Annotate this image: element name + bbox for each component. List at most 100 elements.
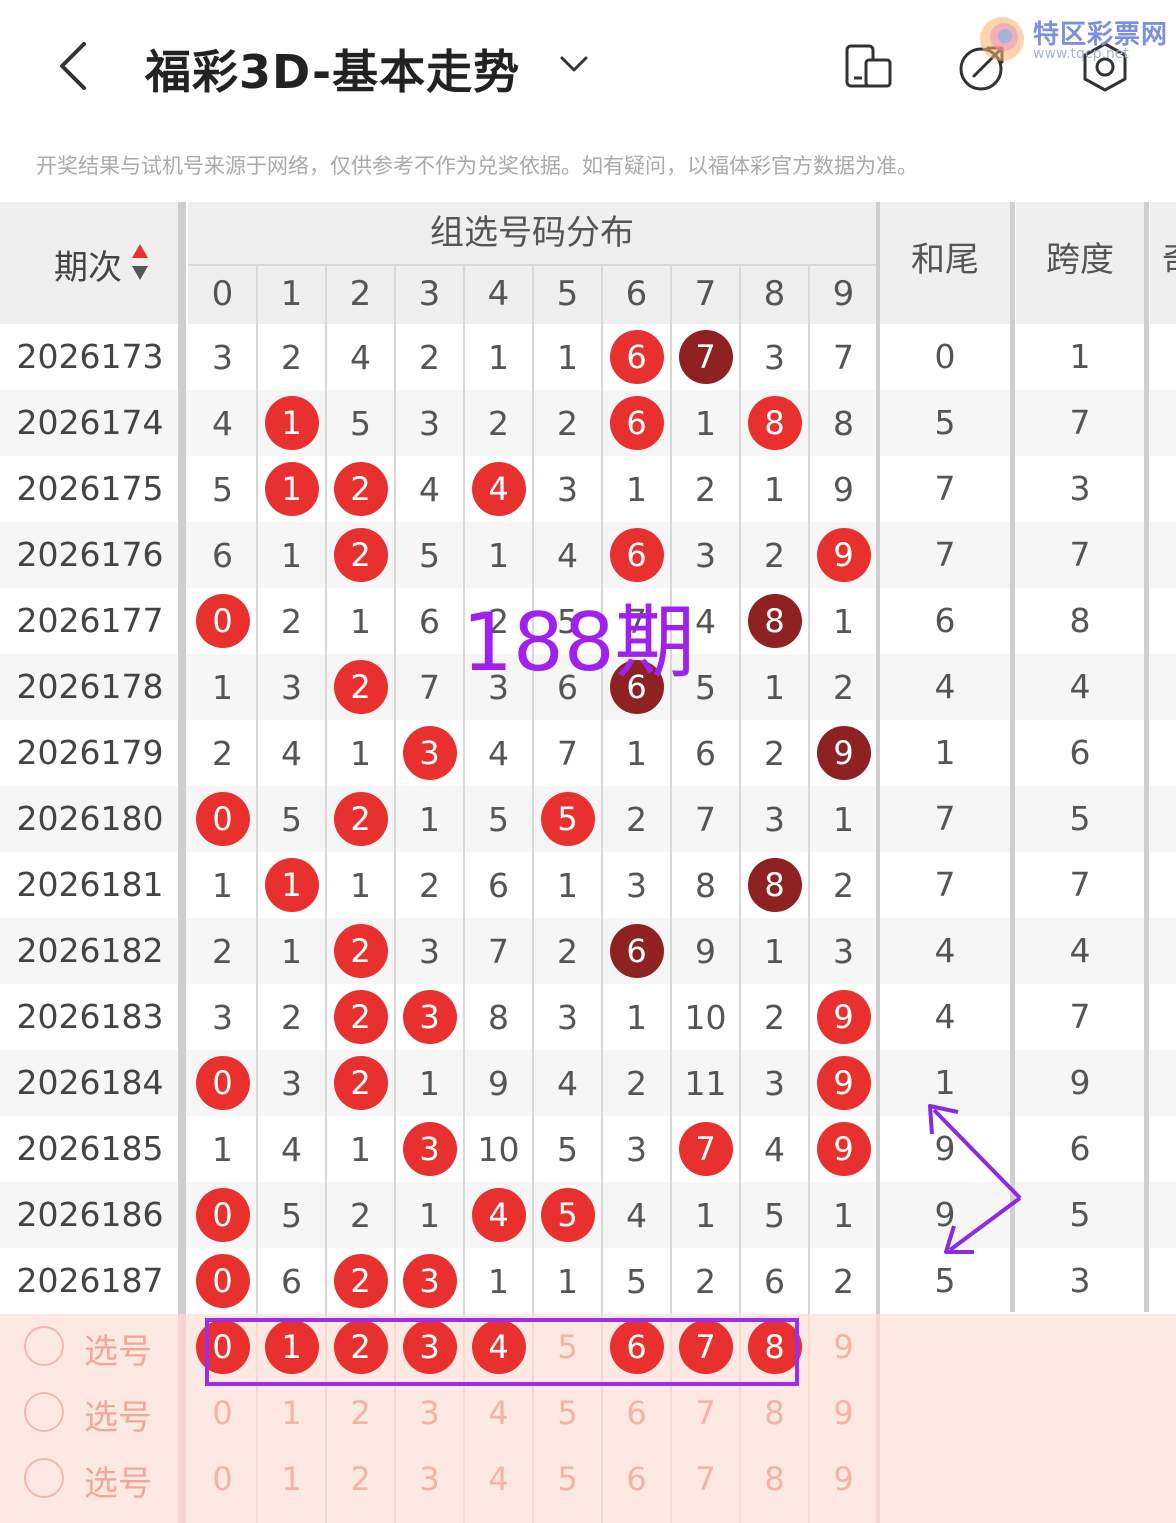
miss-count: 1 [764,667,785,707]
watermark-url: www.tqcp.net [1033,46,1129,62]
hit-ball: 2 [333,924,388,978]
repeat-ball: 6 [609,924,664,978]
next-column-label: 奇 [1162,232,1176,281]
digit-cell: 8 [740,588,809,654]
digit-cell: 1 [257,456,326,522]
miss-count: 2 [764,997,785,1037]
sum-tail-value: 7 [934,535,956,574]
miss-count: 1 [281,535,302,575]
pick-digit-5[interactable]: 5 [533,1380,602,1446]
digit-header-6[interactable]: 6 [602,264,671,324]
picker-row: 选号 0 1 2 3 4 5 6 7 8 9 [0,1380,880,1446]
period-number: 2026184 [16,1063,164,1102]
digit-cell: 4 [464,1182,533,1248]
miss-count: 5 [419,535,440,575]
miss-count: 1 [350,1129,371,1169]
pick-digit-9[interactable]: 9 [809,1446,878,1512]
miss-count: 2 [695,469,716,509]
miss-count: 3 [419,403,440,443]
pick-digit-2[interactable]: 2 [326,1380,395,1446]
arrow-annotation-icon [928,1104,1022,1254]
repeat-ball: 9 [816,726,871,780]
miss-count: 1 [764,931,785,971]
app-header: 福彩3D-基本走势 特区彩票网 www.tqcp.net [0,0,1176,130]
miss-count: 7 [419,667,440,707]
digit-header-1[interactable]: 1 [257,264,326,324]
miss-count: 1 [557,337,578,377]
digit-header-2[interactable]: 2 [326,264,395,324]
hit-ball: 5 [540,792,595,846]
miss-count: 6 [281,1261,302,1301]
hit-ball: 0 [195,594,250,648]
pick-digit-1[interactable]: 1 [257,1380,326,1446]
digit-cell: 0 [188,1050,257,1116]
digit-cell: 2 [326,918,395,984]
digit-cell: 0 [188,786,257,852]
pick-digit-9[interactable]: 9 [809,1314,878,1380]
miss-count: 3 [212,997,233,1037]
sum-tail-value: 7 [934,469,956,508]
miss-count: 8 [833,403,854,443]
pick-digit-8[interactable]: 8 [740,1380,809,1446]
sum-tail-value: 1 [934,733,956,772]
pick-digit-0[interactable]: 0 [188,1446,257,1512]
title-dropdown[interactable] [556,46,592,82]
back-button[interactable] [50,36,100,96]
digit-header-9[interactable]: 9 [809,264,878,324]
select-radio[interactable] [24,1458,64,1498]
miss-count: 1 [557,865,578,905]
device-switch-button[interactable] [842,40,896,94]
pick-digit-4[interactable]: 4 [464,1380,533,1446]
repeat-ball: 8 [747,858,802,912]
digit-header-8[interactable]: 8 [740,264,809,324]
span-value: 4 [1069,667,1091,706]
miss-count: 8 [488,997,509,1037]
hit-ball: 9 [816,528,871,582]
pick-digit-4[interactable]: 4 [464,1446,533,1512]
digit-header-3[interactable]: 3 [395,264,464,324]
select-radio[interactable] [24,1326,64,1366]
pick-digit-7[interactable]: 7 [671,1380,740,1446]
page-title[interactable]: 福彩3D-基本走势 [145,36,520,102]
digit-cell: 2 [326,456,395,522]
digit-header-7[interactable]: 7 [671,264,740,324]
hit-ball: 9 [816,1056,871,1110]
period-number: 2026180 [16,799,164,838]
pick-digit-6[interactable]: 6 [602,1446,671,1512]
table-row: 2026174 4 1 5 3 2 2 6 1 8 8 5 7 [0,390,1176,456]
digit-header-0[interactable]: 0 [188,264,257,324]
table-row: 2026182 2 1 2 3 7 2 6 9 1 3 4 4 [0,918,1176,984]
digit-cell: 2 [326,984,395,1050]
pick-digit-0[interactable]: 0 [188,1380,257,1446]
device-switch-icon [845,44,892,88]
miss-count: 7 [557,733,578,773]
miss-count: 6 [419,601,440,641]
miss-count: 5 [764,1195,785,1235]
hit-ball: 9 [816,1122,871,1176]
pick-digit-1[interactable]: 1 [257,1446,326,1512]
pick-digit-7[interactable]: 7 [671,1446,740,1512]
pick-digit-5[interactable]: 5 [533,1446,602,1512]
pick-digit-6[interactable]: 6 [602,1380,671,1446]
pick-digit-9[interactable]: 9 [809,1380,878,1446]
pick-digit-8[interactable]: 8 [740,1446,809,1512]
pick-digit-2[interactable]: 2 [326,1446,395,1512]
digit-cell: 6 [602,390,671,456]
digit-cell: 6 [602,324,671,390]
hit-ball: 0 [195,1254,250,1308]
period-header[interactable]: 期次 [0,202,180,324]
miss-count: 2 [419,337,440,377]
miss-count: 7 [488,931,509,971]
miss-count: 1 [350,865,371,905]
picker-divider [808,1314,810,1523]
pick-digit-3[interactable]: 3 [395,1380,464,1446]
hit-ball: 9 [816,990,871,1044]
digit-header-5[interactable]: 5 [533,264,602,324]
miss-count: 1 [350,733,371,773]
pick-digit-3[interactable]: 3 [395,1446,464,1512]
select-radio[interactable] [24,1392,64,1432]
miss-count: 2 [626,1063,647,1103]
digit-header-4[interactable]: 4 [464,264,533,324]
hit-ball: 2 [333,528,388,582]
period-number: 2026186 [16,1195,164,1234]
